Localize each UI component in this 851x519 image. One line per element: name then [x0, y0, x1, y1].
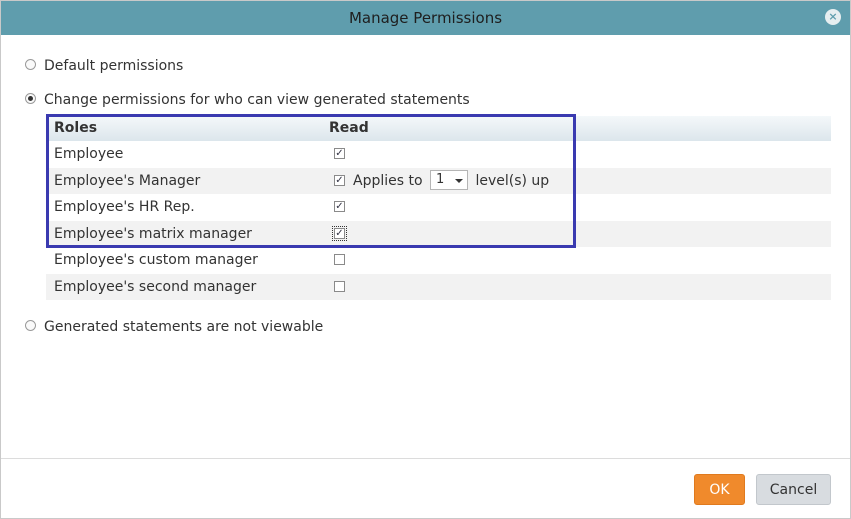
- header-roles: Roles: [54, 120, 98, 136]
- level-select-value: 1: [436, 171, 445, 187]
- role-label: Employee's matrix manager: [54, 225, 252, 242]
- role-label: Employee's custom manager: [54, 252, 258, 268]
- title-bar: Manage Permissions ×: [1, 1, 850, 35]
- applies-to-group: Applies to 1 level(s) up: [353, 168, 549, 194]
- table-row: Employee's HR Rep. ✓: [46, 194, 831, 221]
- read-checkbox[interactable]: ✓: [334, 174, 345, 186]
- radio-default-permissions[interactable]: [25, 58, 36, 70]
- chevron-down-icon: [455, 178, 463, 183]
- table-row: Employee's second manager: [46, 273, 831, 300]
- table-row: Employee's matrix manager ✓: [46, 220, 831, 247]
- table-row: Employee ✓: [46, 141, 831, 168]
- role-label: Employee's HR Rep.: [54, 199, 195, 215]
- read-checkbox[interactable]: ✓: [334, 148, 345, 159]
- option-not-viewable-label: Generated statements are not viewable: [44, 319, 324, 335]
- option-not-viewable[interactable]: Generated statements are not viewable: [25, 317, 323, 337]
- permissions-table: Roles Read Employee ✓ Employee's Manager…: [46, 116, 831, 300]
- option-default-permissions[interactable]: Default permissions: [25, 56, 183, 76]
- header-read: Read: [329, 120, 369, 136]
- role-label: Employee's Manager: [54, 172, 201, 189]
- option-change-label: Change permissions for who can view gene…: [44, 92, 470, 108]
- role-label: Employee: [54, 146, 124, 162]
- table-row: Employee's custom manager: [46, 247, 831, 274]
- table-header: Roles Read: [46, 116, 831, 141]
- applies-prefix: Applies to: [353, 172, 423, 189]
- applies-suffix: level(s) up: [475, 172, 550, 189]
- option-default-label: Default permissions: [44, 58, 184, 74]
- table-row: Employee's Manager ✓ Applies to 1 level(…: [46, 167, 831, 194]
- option-change-permissions[interactable]: Change permissions for who can view gene…: [25, 90, 470, 110]
- read-checkbox[interactable]: [334, 254, 345, 265]
- manage-permissions-dialog: Manage Permissions × Default permissions…: [0, 0, 851, 519]
- close-icon[interactable]: ×: [825, 9, 841, 25]
- role-label: Employee's second manager: [54, 278, 257, 295]
- dialog-title: Manage Permissions: [348, 9, 503, 27]
- read-checkbox[interactable]: ✓: [334, 201, 345, 212]
- cancel-button[interactable]: Cancel: [756, 474, 831, 505]
- radio-change-permissions[interactable]: [25, 92, 36, 104]
- footer-divider: [1, 458, 850, 459]
- ok-button[interactable]: OK: [694, 474, 745, 505]
- radio-not-viewable[interactable]: [25, 319, 36, 331]
- level-select[interactable]: 1: [430, 169, 468, 190]
- read-checkbox[interactable]: ✓: [332, 225, 347, 241]
- read-checkbox[interactable]: [334, 280, 345, 292]
